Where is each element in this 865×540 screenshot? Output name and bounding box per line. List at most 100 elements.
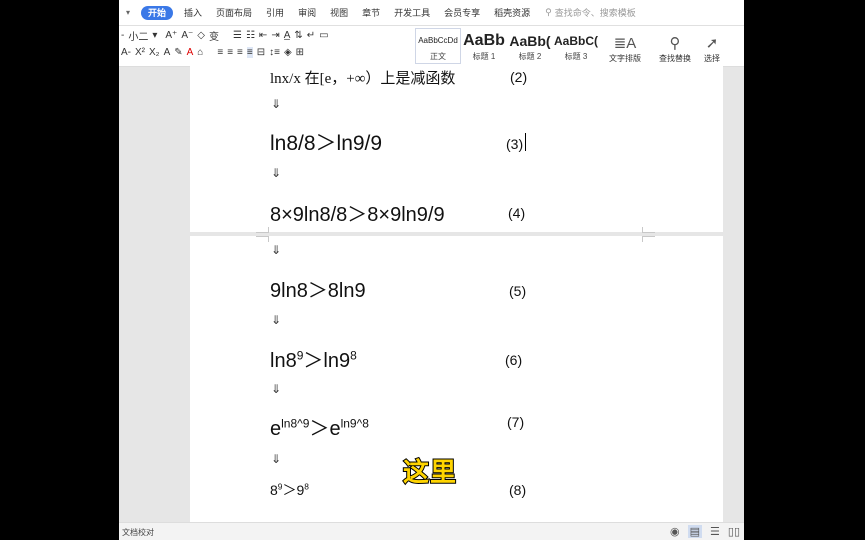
implies-arrow: ⇓ xyxy=(271,97,282,111)
line-spacing-icon[interactable]: ↕≡ xyxy=(269,47,280,58)
rhs-exponent: 8 xyxy=(350,348,357,363)
rhs: e xyxy=(329,418,341,440)
text-layout-icon: ≣A xyxy=(613,35,637,52)
tab-page-layout[interactable]: 页面布局 xyxy=(209,6,259,20)
tab-docer[interactable]: 稻壳资源 xyxy=(487,6,537,20)
tab-insert[interactable]: 插入 xyxy=(177,6,209,20)
indent-icon[interactable]: ⇥ xyxy=(271,30,279,41)
align-right-icon[interactable]: ≡ xyxy=(237,47,243,58)
tab-section[interactable]: 章节 xyxy=(355,6,387,20)
find-replace-button[interactable]: ⚲ 查找替换 xyxy=(659,28,691,64)
align-left-icon[interactable]: ≡ xyxy=(217,47,223,58)
equation-line-8[interactable]: 89＞98 xyxy=(270,480,309,500)
equation-line-5[interactable]: 9ln8＞8ln9 xyxy=(270,274,366,303)
style-normal[interactable]: AaBbCcDd 正文 xyxy=(415,28,461,64)
text-effect-icon[interactable]: A xyxy=(164,47,171,58)
page-corner-mark xyxy=(256,227,269,233)
highlight-icon[interactable]: ✎ xyxy=(174,47,182,58)
command-search[interactable]: ⚲ 查找命令、搜索模板 xyxy=(545,6,636,19)
sort-icon[interactable]: ⇅ xyxy=(294,30,302,41)
chinese-layout-icon[interactable]: A̲ xyxy=(284,30,291,41)
magnifier-icon: ⚲ xyxy=(669,35,681,52)
eye-protection-icon[interactable]: ◉ xyxy=(670,525,680,538)
equation-number-7: (7) xyxy=(507,414,525,430)
menu-bar: ▾ 开始 插入 页面布局 引用 审阅 视图 章节 开发工具 会员专享 稻壳资源 … xyxy=(119,0,744,26)
tab-view[interactable]: 视图 xyxy=(323,6,355,20)
style-preview: AaBb xyxy=(463,31,505,49)
shrink-font-icon[interactable]: A⁻ xyxy=(181,30,193,41)
justify-icon[interactable]: ≡ xyxy=(246,46,253,58)
equation-number-2: (2) xyxy=(510,69,528,85)
show-marks-icon[interactable]: ↵ xyxy=(307,30,315,41)
equation-number-4: (4) xyxy=(508,205,526,221)
align-center-icon[interactable]: ≡ xyxy=(227,47,233,58)
subscript-icon[interactable]: X₂ xyxy=(149,47,160,58)
implies-arrow: ⇓ xyxy=(271,452,282,466)
implies-arrow: ⇓ xyxy=(271,382,282,396)
font-row: - 小二 ▾ A⁺ A⁻ ◇ 变 ☰ ☷ ⇤ ⇥ A̲ ⇅ ↵ ▭ xyxy=(121,27,333,43)
tab-references[interactable]: 引用 xyxy=(259,6,291,20)
menu-chevron-icon[interactable]: ▾ xyxy=(121,8,135,17)
style-label: 正文 xyxy=(430,51,446,61)
font-size-select[interactable]: 小二 xyxy=(128,28,148,43)
style-heading-2[interactable]: AaBb( 标题 2 xyxy=(507,28,553,64)
tab-developer[interactable]: 开发工具 xyxy=(387,6,437,20)
style-preview: AaBb( xyxy=(509,32,551,49)
implies-arrow: ⇓ xyxy=(271,243,282,257)
clear-format-icon[interactable]: ◇ xyxy=(197,30,205,41)
numbering-icon[interactable]: ☷ xyxy=(246,30,255,41)
font-dropdown-arrow-icon[interactable]: - xyxy=(121,30,124,41)
borders-icon[interactable]: ⊞ xyxy=(296,47,304,58)
implies-arrow: ⇓ xyxy=(271,166,282,180)
style-heading-3[interactable]: AaBbC( 标题 3 xyxy=(553,28,599,64)
equation-line-6[interactable]: ln89＞ln98 xyxy=(270,344,357,373)
char-shading-icon[interactable]: ⌂ xyxy=(197,47,203,58)
equation-number-8: (8) xyxy=(509,482,527,498)
operator: ＞ xyxy=(303,350,324,372)
style-label: 标题 2 xyxy=(518,51,542,61)
status-bar: 文档校对 ◉ ▤ ☰ ▯▯ xyxy=(119,522,744,540)
superscript-icon[interactable]: X² xyxy=(135,47,145,58)
outline-view-icon[interactable]: ☰ xyxy=(710,525,720,538)
font-size-arrow-icon[interactable]: ▾ xyxy=(152,30,157,41)
tab-review[interactable]: 审阅 xyxy=(291,6,323,20)
underline-style-icon[interactable]: A- xyxy=(121,47,131,58)
format-row: A- X² X₂ A ✎ A ⌂ ≡ ≡ ≡ ≡ ⊟ ↕≡ ◈ ⊞ xyxy=(121,44,308,60)
reading-view-icon[interactable]: ▯▯ xyxy=(728,525,740,538)
page-view-icon[interactable]: ▤ xyxy=(687,525,703,538)
font-color-icon[interactable]: A xyxy=(187,47,194,58)
style-label: 标题 3 xyxy=(564,51,588,61)
ribbon: - 小二 ▾ A⁺ A⁻ ◇ 变 ☰ ☷ ⇤ ⇥ A̲ ⇅ ↵ ▭ A- X² … xyxy=(119,26,744,67)
equation-line-7[interactable]: eln8^9＞eln9^8 xyxy=(270,412,369,441)
text-layout-button[interactable]: ≣A 文字排版 xyxy=(609,28,641,64)
equation-line-3[interactable]: ln8/8＞ln9/9 xyxy=(270,127,382,157)
table-draw-icon[interactable]: ▭ xyxy=(319,30,328,41)
outdent-icon[interactable]: ⇤ xyxy=(259,30,267,41)
page-corner-mark xyxy=(256,236,269,242)
distributed-icon[interactable]: ⊟ xyxy=(257,47,265,58)
equation-number-3: (3) xyxy=(506,136,524,152)
tab-member[interactable]: 会员专享 xyxy=(437,6,487,20)
tab-home[interactable]: 开始 xyxy=(141,5,174,20)
text-cursor xyxy=(525,133,526,151)
phonetic-icon[interactable]: 变 xyxy=(209,28,219,43)
search-icon: ⚲ xyxy=(545,7,552,17)
cursor-arrow-icon: ➚ xyxy=(705,35,719,52)
grow-font-icon[interactable]: A⁺ xyxy=(165,30,177,41)
rhs-exponent: 8 xyxy=(304,481,309,492)
bullets-icon[interactable]: ☰ xyxy=(233,30,242,41)
text-layout-label: 文字排版 xyxy=(609,54,641,63)
style-gallery: AaBbCcDd 正文 AaBb 标题 1 AaBb( 标题 2 AaBbC( … xyxy=(415,28,601,64)
lhs: e xyxy=(270,418,282,440)
style-heading-1[interactable]: AaBb 标题 1 xyxy=(461,28,507,64)
equation-line-4[interactable]: 8×9ln8/8＞8×9ln9/9 xyxy=(270,198,445,227)
proofread-label[interactable]: 文档校对 xyxy=(122,527,154,538)
equation-line-2[interactable]: lnx/x 在[e，+∞）上是减函数 xyxy=(270,67,455,88)
equation-number-6: (6) xyxy=(505,352,523,368)
select-button[interactable]: ➚ 选择 xyxy=(704,28,720,64)
implies-arrow: ⇓ xyxy=(271,313,282,327)
rhs: ln9 xyxy=(323,350,351,372)
lhs: ln8 xyxy=(270,350,297,372)
shading-icon[interactable]: ◈ xyxy=(284,47,292,58)
style-label: 标题 1 xyxy=(472,51,496,61)
